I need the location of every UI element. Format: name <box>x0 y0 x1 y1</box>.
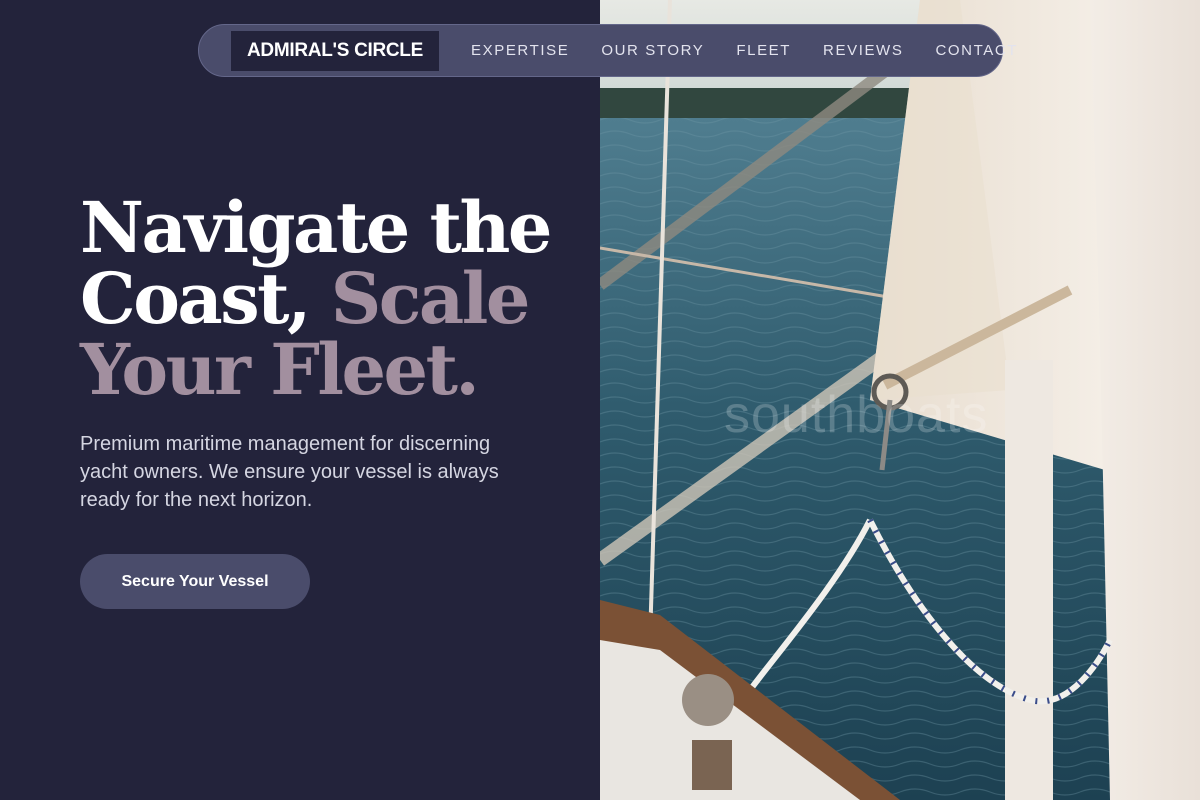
top-navigation: ADMIRAL'S CIRCLE EXPERTISE OUR STORY FLE… <box>198 24 1016 77</box>
nav-link-reviews[interactable]: REVIEWS <box>807 42 919 59</box>
brand-logo[interactable]: ADMIRAL'S CIRCLE <box>231 30 439 71</box>
nav-links: EXPERTISE OUR STORY FLEET REVIEWS CONTAC… <box>455 42 1034 59</box>
nav-link-expertise[interactable]: EXPERTISE <box>455 42 585 59</box>
nav-link-contact[interactable]: CONTACT <box>919 42 1034 59</box>
headline-accent-2: Your Fleet. <box>80 328 480 411</box>
nav-link-fleet[interactable]: FLEET <box>720 42 807 59</box>
hero-description: Premium maritime management for discerni… <box>80 433 499 511</box>
hero-headline: Navigate the Coast, Scale Your Fleet. <box>80 192 580 405</box>
nav-link-our-story[interactable]: OUR STORY <box>585 42 720 59</box>
secure-vessel-button[interactable]: Secure Your Vessel <box>80 554 310 609</box>
image-watermark: southboats <box>724 386 989 444</box>
